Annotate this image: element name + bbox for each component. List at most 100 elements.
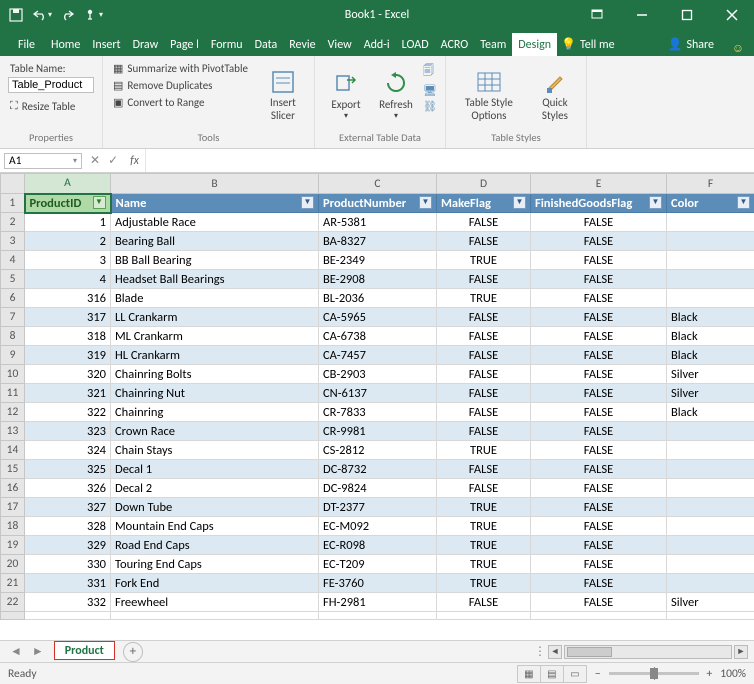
cell[interactable]: FH-2981: [319, 593, 437, 612]
cell[interactable]: Black: [667, 327, 754, 346]
cell[interactable]: FALSE: [531, 593, 667, 612]
table-header[interactable]: MakeFlag▼: [437, 194, 531, 213]
cell[interactable]: BE-2908: [319, 270, 437, 289]
view-normal[interactable]: ▦: [517, 665, 541, 683]
cell[interactable]: [667, 213, 754, 232]
row-head[interactable]: 3: [1, 232, 25, 251]
cell[interactable]: 327: [25, 498, 111, 517]
cell[interactable]: FALSE: [531, 251, 667, 270]
tab-file[interactable]: File: [8, 33, 45, 56]
cell[interactable]: 2: [25, 232, 111, 251]
feedback-icon[interactable]: ☺: [722, 41, 754, 56]
cell[interactable]: CS-2812: [319, 441, 437, 460]
cell[interactable]: TRUE: [437, 574, 531, 593]
fx-label[interactable]: fx: [124, 154, 145, 168]
row-head[interactable]: 21: [1, 574, 25, 593]
cell[interactable]: FALSE: [437, 403, 531, 422]
cell[interactable]: 320: [25, 365, 111, 384]
row-head[interactable]: 18: [1, 517, 25, 536]
row-head[interactable]: 6: [1, 289, 25, 308]
cell[interactable]: 4: [25, 270, 111, 289]
cell[interactable]: Silver: [667, 384, 754, 403]
table-header[interactable]: FinishedGoodsFlag▼: [531, 194, 667, 213]
tab-data[interactable]: Data: [249, 33, 284, 56]
tab-page l[interactable]: Page l: [164, 33, 205, 56]
row-head[interactable]: 4: [1, 251, 25, 270]
cell[interactable]: EC-M092: [319, 517, 437, 536]
cell[interactable]: CB-2903: [319, 365, 437, 384]
cell[interactable]: [667, 536, 754, 555]
col-head-B[interactable]: B: [111, 174, 319, 194]
cell[interactable]: Chain Stays: [111, 441, 319, 460]
cell[interactable]: 321: [25, 384, 111, 403]
cell[interactable]: FALSE: [531, 422, 667, 441]
cell[interactable]: Chainring: [111, 403, 319, 422]
cell[interactable]: FALSE: [531, 384, 667, 403]
undo-icon[interactable]: ▾: [32, 5, 52, 25]
cell[interactable]: FALSE: [531, 555, 667, 574]
cell[interactable]: FE-3760: [319, 574, 437, 593]
cell[interactable]: Blade: [111, 289, 319, 308]
cell[interactable]: FALSE: [531, 498, 667, 517]
quick-styles-button[interactable]: Quick Styles: [532, 60, 578, 129]
tab-formu[interactable]: Formu: [205, 33, 249, 56]
cell[interactable]: DT-2377: [319, 498, 437, 517]
cell[interactable]: FALSE: [531, 403, 667, 422]
row-head[interactable]: 7: [1, 308, 25, 327]
cell[interactable]: Decal 1: [111, 460, 319, 479]
tab-add-i[interactable]: Add-i: [358, 33, 396, 56]
cell[interactable]: Decal 2: [111, 479, 319, 498]
cell[interactable]: FALSE: [531, 308, 667, 327]
cell[interactable]: BB Ball Bearing: [111, 251, 319, 270]
cell[interactable]: FALSE: [437, 346, 531, 365]
cell[interactable]: CA-7457: [319, 346, 437, 365]
cell[interactable]: Silver: [667, 365, 754, 384]
cell[interactable]: 3: [25, 251, 111, 270]
cell[interactable]: [667, 251, 754, 270]
cell[interactable]: Black: [667, 346, 754, 365]
cell[interactable]: TRUE: [437, 289, 531, 308]
sheet-tab-product[interactable]: Product: [54, 641, 115, 660]
cell[interactable]: 326: [25, 479, 111, 498]
cell[interactable]: CR-7833: [319, 403, 437, 422]
cell[interactable]: LL Crankarm: [111, 308, 319, 327]
cell[interactable]: FALSE: [531, 289, 667, 308]
cell[interactable]: 322: [25, 403, 111, 422]
cell[interactable]: 323: [25, 422, 111, 441]
cell[interactable]: FALSE: [437, 460, 531, 479]
row-head[interactable]: 20: [1, 555, 25, 574]
refresh-button[interactable]: Refresh▾: [373, 60, 419, 129]
pivot-button[interactable]: ▦Summarize with PivotTable: [111, 60, 250, 77]
cell[interactable]: TRUE: [437, 536, 531, 555]
tab-team[interactable]: Team: [474, 33, 512, 56]
row-head[interactable]: 8: [1, 327, 25, 346]
cell[interactable]: 318: [25, 327, 111, 346]
cell[interactable]: FALSE: [531, 441, 667, 460]
tab-insert[interactable]: Insert: [86, 33, 126, 56]
tab-design[interactable]: Design: [512, 33, 557, 56]
cell[interactable]: Black: [667, 403, 754, 422]
convert-range-button[interactable]: ▣Convert to Range: [111, 94, 250, 111]
cell[interactable]: Bearing Ball: [111, 232, 319, 251]
tab-revie[interactable]: Revie: [283, 33, 321, 56]
cell[interactable]: TRUE: [437, 498, 531, 517]
cell[interactable]: Headset Ball Bearings: [111, 270, 319, 289]
add-sheet-button[interactable]: +: [123, 642, 143, 662]
cell[interactable]: FALSE: [531, 517, 667, 536]
cell[interactable]: [667, 498, 754, 517]
tab-load[interactable]: LOAD: [396, 33, 435, 56]
filter-icon[interactable]: ▼: [513, 196, 526, 209]
cell[interactable]: BL-2036: [319, 289, 437, 308]
cell[interactable]: TRUE: [437, 441, 531, 460]
cell[interactable]: [667, 517, 754, 536]
cell[interactable]: FALSE: [437, 384, 531, 403]
cell[interactable]: 330: [25, 555, 111, 574]
name-box[interactable]: A1▾: [4, 153, 82, 169]
enter-icon[interactable]: ✓: [108, 153, 118, 168]
cell[interactable]: Black: [667, 308, 754, 327]
touch-icon[interactable]: ▾: [84, 5, 104, 25]
col-head-C[interactable]: C: [319, 174, 437, 194]
zoom-slider[interactable]: [609, 672, 699, 675]
zoom-level[interactable]: 100%: [720, 667, 746, 681]
table-name-input[interactable]: [8, 77, 94, 93]
